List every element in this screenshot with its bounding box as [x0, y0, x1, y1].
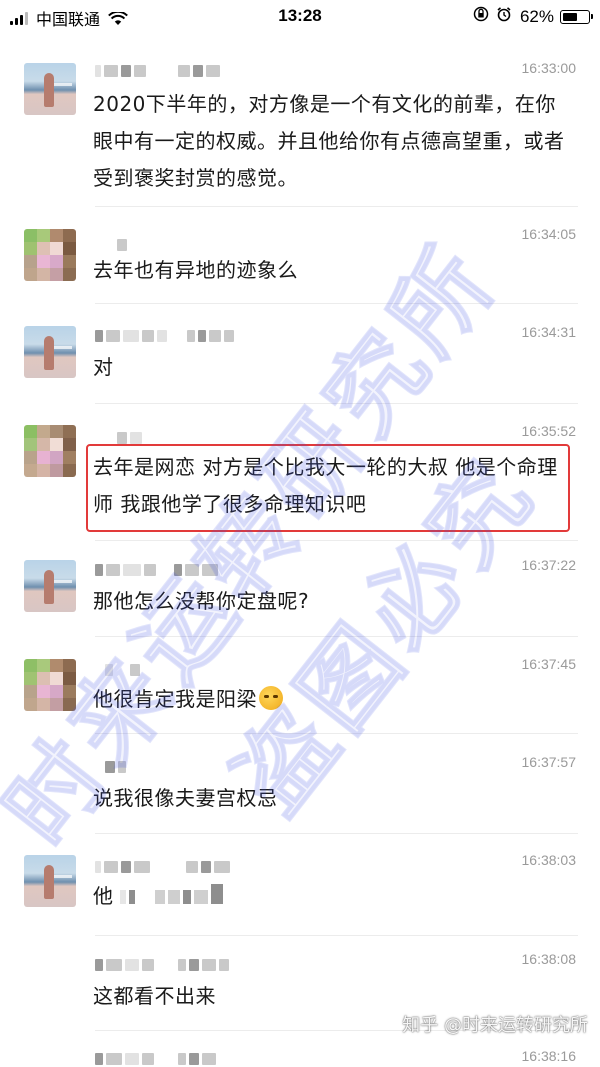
divider [95, 540, 578, 541]
status-bar: 中国联通 13:28 62% [0, 0, 600, 34]
message-text[interactable]: 那他怎么没帮你定盘呢? [93, 583, 573, 620]
message-time: 16:38:16 [521, 1048, 577, 1064]
blurred-text [120, 879, 226, 916]
avatar[interactable] [24, 855, 76, 907]
message-text[interactable]: 2020下半年的，对方像是一个有文化的前辈，在你眼中有一定的权威。并且他给你有点… [93, 86, 573, 197]
sender-name-blurred [95, 64, 223, 78]
message-text-row: 他 [93, 878, 573, 916]
message-text[interactable]: 他 [93, 884, 114, 908]
avatar[interactable] [24, 560, 76, 612]
avatar[interactable] [24, 659, 76, 711]
sender-name-blurred [95, 663, 143, 677]
message-time: 16:34:31 [521, 324, 577, 340]
battery-fill [563, 12, 577, 21]
highlight-annotation [86, 444, 570, 532]
message-text[interactable]: 他很肯定我是阳梁 [93, 687, 257, 711]
avatar[interactable] [24, 63, 76, 115]
message-text[interactable]: 去年也有异地的迹象么 [93, 252, 573, 289]
avatar[interactable] [24, 425, 76, 477]
divider [95, 636, 578, 637]
message-time: 16:38:03 [521, 852, 577, 868]
sender-name-blurred [95, 958, 232, 972]
message-time: 16:33:00 [521, 60, 577, 76]
avatar[interactable] [24, 326, 76, 378]
sender-name-blurred [95, 760, 129, 774]
message-text[interactable]: 说我很像夫妻宫权忌 [93, 780, 573, 817]
divider [95, 833, 578, 834]
message-time: 16:37:22 [521, 557, 577, 573]
alarm-icon [496, 6, 512, 27]
sender-name-blurred [95, 238, 130, 252]
sender-name-blurred [95, 1052, 219, 1066]
divider [95, 303, 578, 304]
orientation-lock-icon [473, 6, 489, 27]
sender-name-blurred [95, 563, 221, 577]
status-right: 62% [466, 6, 593, 27]
message-time: 16:38:08 [521, 951, 577, 967]
message-text[interactable]: 对 [93, 349, 573, 386]
message-time: 16:37:57 [521, 754, 577, 770]
sender-name-blurred [95, 329, 237, 343]
zhihu-watermark: 知乎 @时来运转研究所 [402, 1015, 588, 1036]
divider [95, 733, 578, 734]
avatar[interactable] [24, 229, 76, 281]
battery-percent: 62% [519, 6, 554, 26]
sender-name-blurred [95, 431, 145, 445]
divider [95, 206, 578, 207]
message-text-row: 他很肯定我是阳梁 [93, 681, 573, 718]
divider [95, 403, 578, 404]
message-text[interactable]: 这都看不出来 [93, 978, 573, 1015]
sender-name-blurred [95, 860, 233, 874]
divider [95, 935, 578, 936]
message-time: 16:35:52 [521, 423, 577, 439]
laughing-crying-emoji-icon [259, 686, 283, 710]
message-time: 16:34:05 [521, 226, 577, 242]
battery-icon [560, 9, 593, 24]
message-time: 16:37:45 [521, 656, 577, 672]
